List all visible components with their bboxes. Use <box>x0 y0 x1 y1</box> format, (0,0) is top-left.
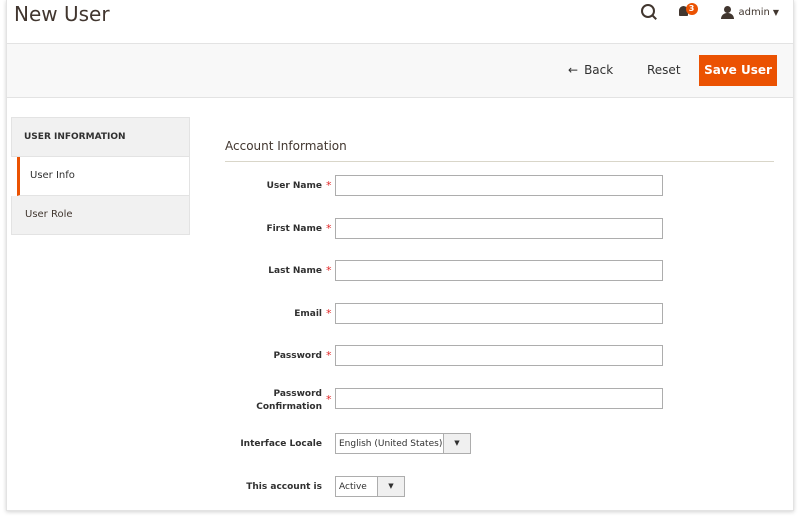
page-title: New User <box>14 2 110 26</box>
field-label-line1: Password <box>273 389 322 399</box>
required-indicator: * <box>326 264 332 277</box>
interface-locale-select[interactable]: English (United States) ▼ <box>335 433 471 454</box>
field-label: Email <box>294 309 322 319</box>
user-name: admin <box>738 6 770 18</box>
sidebar-item-user-role[interactable]: User Role <box>11 196 190 235</box>
sidebar-title: USER INFORMATION <box>11 117 190 157</box>
chevron-down-icon: ▼ <box>443 434 470 453</box>
account-status-select[interactable]: Active ▼ <box>335 476 405 497</box>
password-input[interactable] <box>335 345 663 366</box>
page-actions-toolbar: ← Back Reset Save User <box>7 43 793 98</box>
field-label: Interface Locale <box>240 439 322 449</box>
sidebar-item-user-info[interactable]: User Info <box>17 157 190 196</box>
user-name-input[interactable] <box>335 175 663 196</box>
section-title: Account Information <box>225 139 774 162</box>
header-actions: 3 admin ▼ <box>640 1 779 23</box>
email-input[interactable] <box>335 303 663 324</box>
required-indicator: * <box>326 393 332 406</box>
back-label: Back <box>584 63 614 77</box>
select-value: English (United States) <box>339 438 443 449</box>
field-label: User Name <box>266 181 322 191</box>
required-indicator: * <box>326 179 332 192</box>
search-icon[interactable] <box>640 4 657 20</box>
field-label-line2: Confirmation <box>256 402 322 412</box>
user-menu[interactable]: admin ▼ <box>720 5 779 19</box>
required-indicator: * <box>326 307 332 320</box>
admin-page: New User 3 admin ▼ ← Back Reset Save User… <box>6 0 794 511</box>
sidebar-tabs: USER INFORMATION User Info User Role <box>11 117 190 235</box>
field-label: This account is <box>246 482 322 492</box>
user-icon <box>720 5 734 19</box>
field-label: Last Name <box>268 266 322 276</box>
first-name-input[interactable] <box>335 218 663 239</box>
select-value: Active <box>339 481 367 492</box>
chevron-down-icon: ▼ <box>772 7 779 17</box>
required-indicator: * <box>326 222 332 235</box>
save-user-button[interactable]: Save User <box>699 55 777 86</box>
field-label: Password <box>273 351 322 361</box>
last-name-input[interactable] <box>335 260 663 281</box>
required-indicator: * <box>326 349 332 362</box>
chevron-down-icon: ▼ <box>377 477 404 496</box>
notifications-button[interactable]: 3 <box>678 3 698 21</box>
arrow-left-icon: ← <box>568 63 579 77</box>
field-label: First Name <box>266 224 322 234</box>
password-confirmation-input[interactable] <box>335 388 663 409</box>
field-label: Password Confirmation <box>256 388 322 414</box>
notifications-badge: 3 <box>685 3 698 15</box>
back-button[interactable]: ← Back <box>568 63 613 77</box>
reset-button[interactable]: Reset <box>647 63 681 77</box>
